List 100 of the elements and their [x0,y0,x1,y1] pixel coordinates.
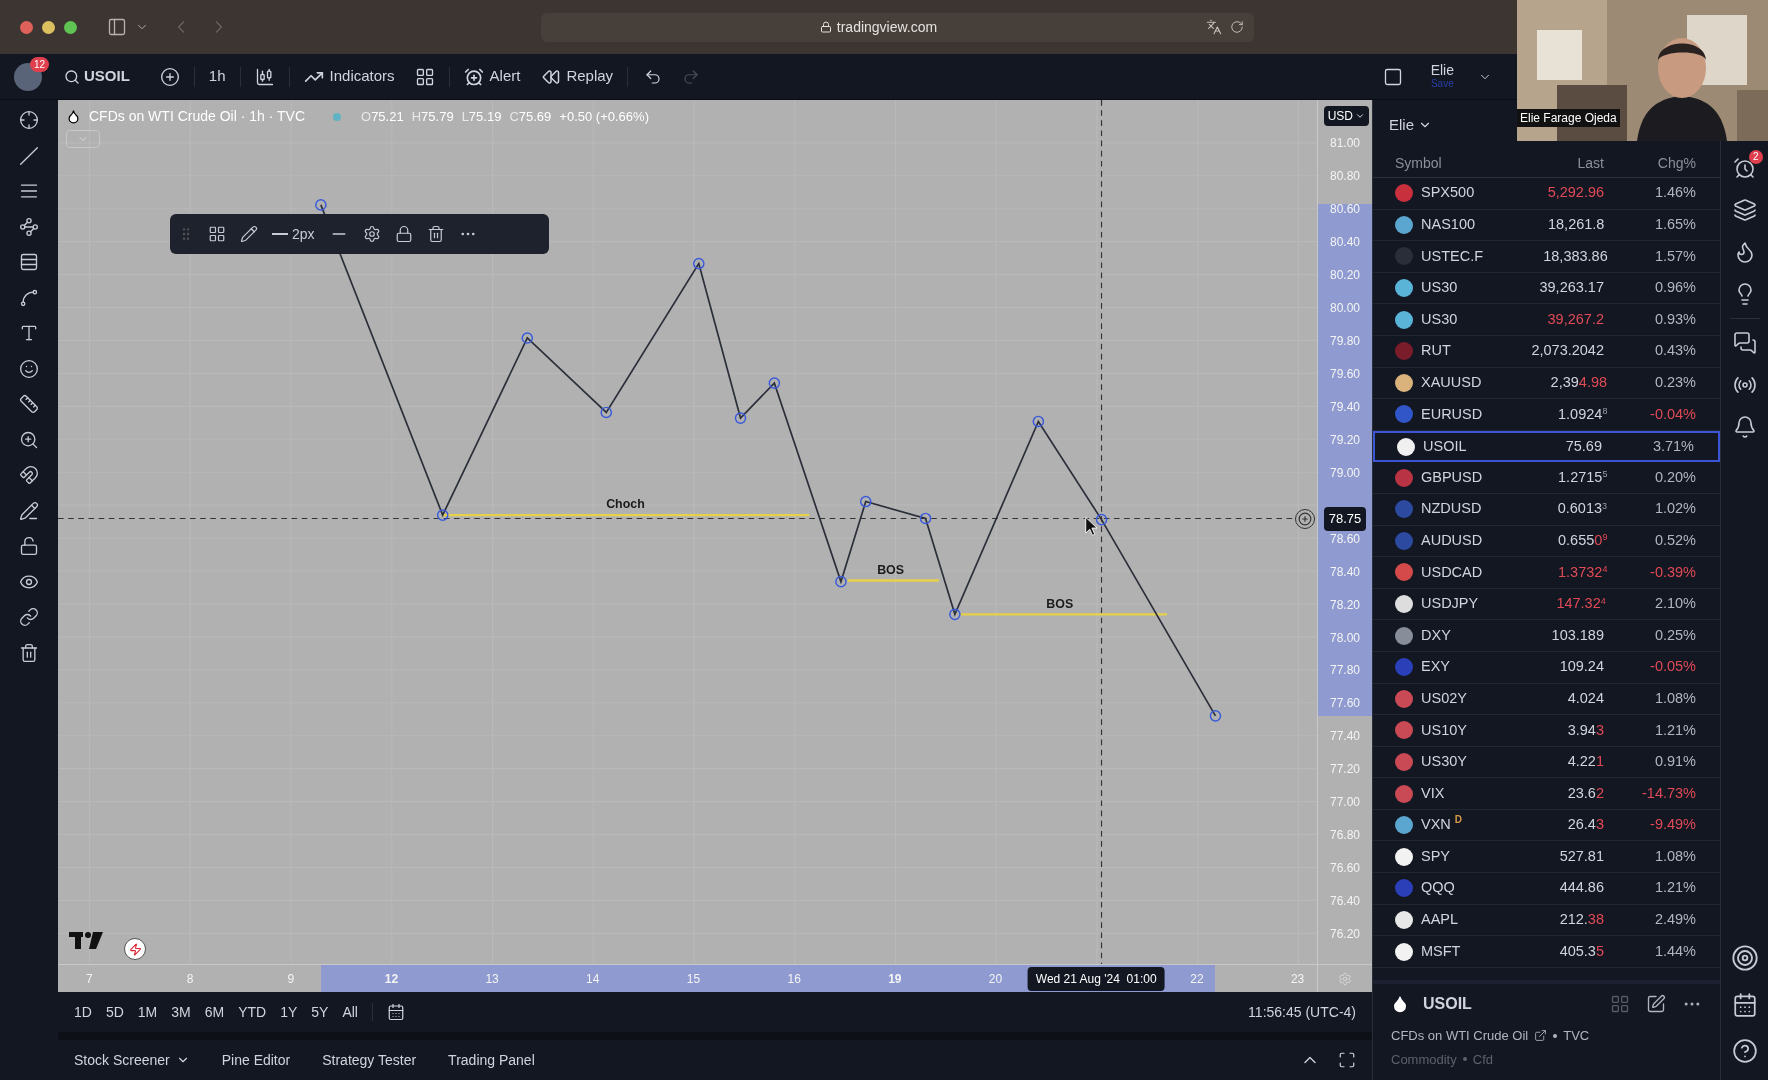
watchlist-row[interactable]: QQQ 444.86 1.21% [1373,873,1720,905]
change-percent: 2.49% [1653,910,1696,930]
watchlist-row[interactable]: SPX500 5,292.96 1.46% [1373,178,1720,210]
watchlist-row[interactable]: AAPL 212.38 2.49% [1373,904,1720,937]
change-percent: 3.71% [1651,436,1694,456]
price-tick: 80.40 [1330,234,1360,252]
symbol-name: SPY [1421,846,1450,866]
symbol-name: MSFT [1421,941,1461,961]
price-tick: 77.60 [1330,695,1360,713]
symbol-search[interactable]: USOIL [64,65,130,88]
watchlist-row[interactable]: NZDUSD 0.6013$^{3}$ 1.02% [1373,493,1720,526]
watchlist-row[interactable]: USDCAD 1.3732$^{4}$ -0.39% [1373,557,1720,589]
watchlist-row[interactable]: AUDUSD 0.6550$^{9}$ 0.52% [1373,525,1720,558]
column-header[interactable]: Chg% [1604,153,1696,174]
range-button[interactable]: 6M [204,1001,225,1023]
panel-tab[interactable]: Stock Screener [74,1049,190,1071]
change-percent: -14.73% [1641,783,1696,803]
change-percent: 0.96% [1653,278,1696,298]
last-price: 39,263.17 [1538,278,1604,298]
currency-button[interactable]: USD [1323,106,1369,126]
watchlist-row[interactable]: GBPUSD 1.2715$^{5}$ 0.20% [1373,462,1720,494]
price-tick: 79.20 [1330,431,1360,449]
change-percent: 0.43% [1653,341,1696,361]
price-tick: 78.00 [1330,629,1360,647]
watchlist-row[interactable]: MSFT 405.35 1.44% [1373,936,1720,968]
alert-button[interactable]: Alert [463,65,521,88]
watchlist-name[interactable]: Elie [1389,113,1432,137]
change-percent: 0.25% [1653,625,1696,645]
time-tick: 23 [1290,970,1305,988]
watchlist-row[interactable]: EXY 109.24 -0.05% [1373,651,1720,684]
last-price: 18,383.86 [1542,246,1608,266]
change-percent: 0.23% [1653,373,1696,392]
symbol-type: Commodity [1391,1050,1457,1069]
change-percent: 1.65% [1653,215,1696,234]
symbol-name: USDCAD [1421,562,1483,582]
interval-button[interactable]: 1h [208,65,226,88]
panel-tab[interactable]: Strategy Tester [322,1049,417,1071]
price-tick: 76.60 [1330,860,1360,878]
symbol-name: VXN [1421,815,1451,835]
symbol-name: EURUSD [1421,404,1483,424]
time-tick: 19 [888,970,902,988]
range-button[interactable]: 5Y [311,1001,329,1023]
range-button[interactable]: 1M [137,1001,158,1023]
last-price: 1.3732$^{4}$ [1557,562,1608,582]
watchlist-row[interactable]: US30Y 4.221 0.91% [1373,746,1720,779]
watchlist-row[interactable]: RUT 2,073.2042 0.43% [1373,335,1720,368]
symbol-name: EXY [1421,657,1450,677]
range-button[interactable]: 1D [74,1001,92,1023]
last-price: 0.6550$^{9}$ [1557,530,1608,550]
watchlist-row[interactable]: USTEC.F 18,383.86 1.57% [1373,241,1720,273]
price-tick: 78.40 [1330,563,1360,581]
line-width-button[interactable]: 2px [272,223,315,245]
price-tick: 79.80 [1330,333,1360,351]
watchlist-row[interactable]: SPY 527.81 1.08% [1373,841,1720,874]
watchlist-row[interactable]: US30 39,267.2 0.93% [1373,304,1720,336]
range-button[interactable]: All [342,1001,358,1023]
last-price: 39,267.2 [1546,309,1604,329]
watchlist-row[interactable]: XAUUSD 2,394.98 0.23% [1373,367,1720,400]
replay-button[interactable]: Replay [542,65,614,88]
price-tick: 77.40 [1330,728,1360,746]
panel-tab[interactable]: Pine Editor [221,1049,291,1071]
watchlist-row[interactable]: EURUSD 1.0924$^{8}$ -0.04% [1373,399,1720,431]
change-percent: 1.44% [1653,941,1696,961]
layout-name[interactable]: Elie [1430,62,1454,77]
watchlist-row[interactable]: US30 39,263.17 0.96% [1373,272,1720,305]
time-tick: 16 [787,970,801,988]
column-header[interactable]: Last [1474,153,1604,174]
symbol-name: US30 [1421,309,1458,329]
price-tick: 80.80 [1330,168,1360,186]
watchlist-row[interactable]: USDJPY 147.32$^{4}$ 2.10% [1373,588,1720,621]
watchlist-row[interactable]: VXN D 26.43 -9.49% [1373,809,1720,842]
address-field[interactable]: tradingview.com [541,12,1254,42]
symbol-name: RUT [1421,341,1451,361]
watchlist-row[interactable]: US02Y 4.024 1.08% [1373,683,1720,716]
watchlist-row[interactable]: NAS100 18,261.8 1.65% [1373,209,1720,242]
last-price: 109.24 [1558,657,1604,677]
symbol-description: CFDs on WTI Crude Oil [1391,1027,1529,1045]
price-tick: 80.00 [1330,300,1360,318]
watchlist-row[interactable]: VIX 23.62 -14.73% [1373,778,1720,810]
symbol-name: USTEC.F [1421,246,1484,266]
last-price: 26.43 [1566,815,1604,835]
range-button[interactable]: 3M [171,1001,191,1023]
watchlist-row[interactable]: DXY 103.189 0.25% [1373,620,1720,652]
symbol-name: GBPUSD [1421,467,1483,487]
last-price: 444.86 [1558,878,1604,898]
range-button[interactable]: YTD [238,1001,267,1023]
range-button[interactable]: 1Y [280,1001,298,1023]
change-percent: -9.49% [1649,815,1696,835]
range-button[interactable]: 5D [105,1001,124,1023]
column-header[interactable]: Symbol [1395,153,1442,174]
watchlist-row[interactable]: US10Y 3.943 1.21% [1373,715,1720,747]
panel-tab[interactable]: Trading Panel [448,1049,535,1071]
change-percent: 1.57% [1653,246,1696,266]
indicators-button[interactable]: Indicators [303,65,395,88]
change-percent: 1.21% [1653,878,1696,898]
last-price: 1.0924$^{8}$ [1557,404,1608,424]
symbol-name: XAUUSD [1421,373,1482,392]
watchlist-row[interactable]: USOIL 75.69 3.71% [1373,430,1720,463]
last-price: 23.62 [1566,783,1604,803]
symbol-name: VIX [1421,783,1445,803]
